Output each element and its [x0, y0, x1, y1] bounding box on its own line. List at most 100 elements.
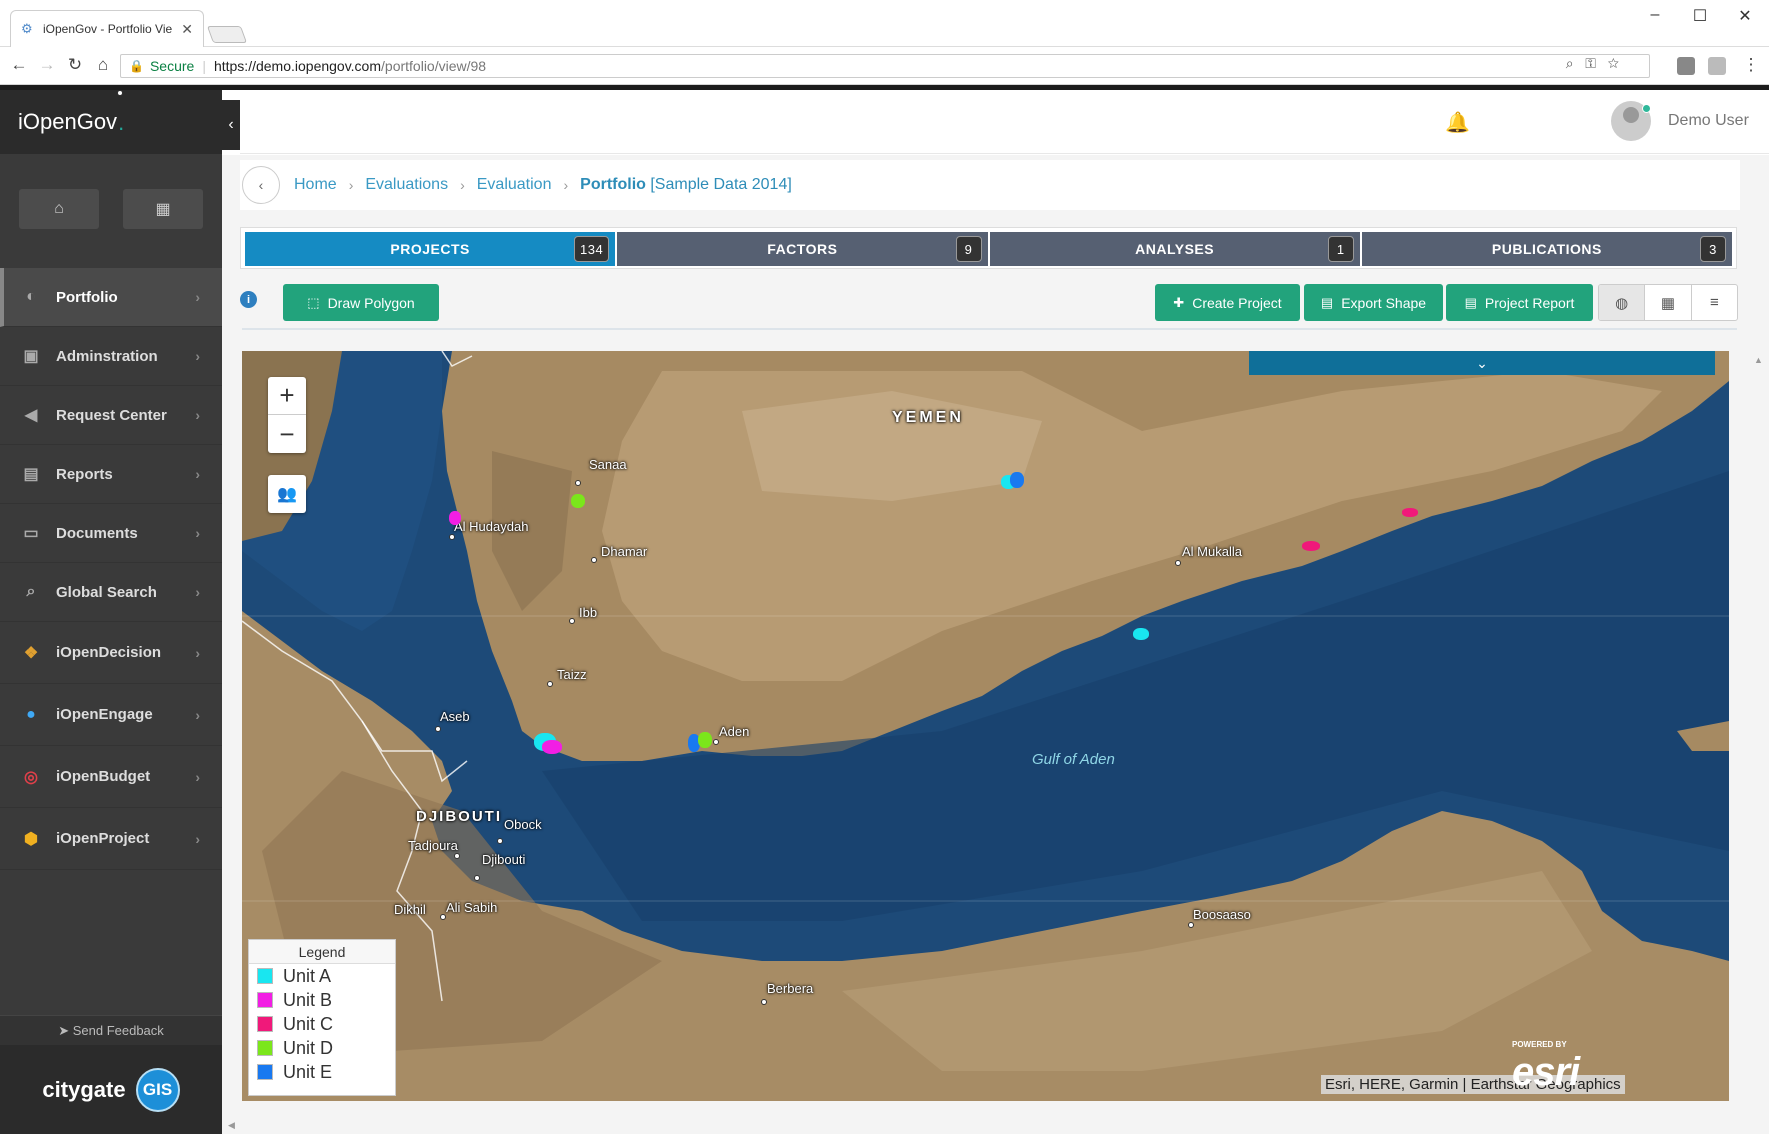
- chevron-right-icon: ›: [195, 525, 200, 541]
- export-shape-button[interactable]: ▤ Export Shape: [1304, 284, 1443, 321]
- info-icon[interactable]: i: [240, 291, 257, 308]
- decision-icon: ❖: [23, 644, 39, 662]
- legend-label: Unit D: [283, 1037, 334, 1058]
- tab-analyses[interactable]: ANALYSES 1: [989, 232, 1360, 266]
- sidebar-item-label: Request Center: [56, 406, 167, 424]
- extension-cloud-icon[interactable]: [1708, 57, 1726, 75]
- new-tab-button[interactable]: [206, 26, 248, 43]
- map-label-aden: Aden: [719, 724, 750, 739]
- map-label-dikhil: Dikhil: [394, 902, 426, 917]
- list-view-button[interactable]: ≡: [1692, 285, 1737, 320]
- project-marker-unit-c[interactable]: [1302, 541, 1320, 551]
- sidebar-item-global-search[interactable]: ⌕ Global Search ›: [0, 563, 222, 622]
- map-label-ibb: Ibb: [579, 605, 598, 620]
- sidebar-menu: ◐ Portfolio › ▣ Adminstration › ◀ Request Cen…: [0, 268, 222, 870]
- project-marker-unit-d[interactable]: [698, 732, 712, 748]
- project-marker-unit-c[interactable]: [1402, 508, 1418, 517]
- project-marker-unit-b[interactable]: [542, 740, 562, 754]
- draw-polygon-button[interactable]: ⬚ Draw Polygon: [283, 284, 439, 321]
- map-view[interactable]: ⌄ + − 👥 YEMEN Sanaa Al Hudaydah Dhamar I…: [242, 351, 1729, 1101]
- key-icon[interactable]: ⚿: [1585, 55, 1596, 71]
- reload-icon[interactable]: ↻: [64, 55, 86, 75]
- polygon-icon: ⬚: [307, 294, 320, 310]
- sidebar-item-label: iOpenEngage: [56, 706, 153, 723]
- chevron-right-icon: ›: [563, 177, 569, 193]
- legend-item: Unit A: [249, 964, 395, 988]
- sidebar-item-portfolio[interactable]: ◐ Portfolio ›: [0, 268, 222, 327]
- sidebar-item-reports[interactable]: ▤ Reports ›: [0, 445, 222, 504]
- browser-tabstrip: ⚙ iOpenGov - Portfolio Vie ✕ – ☐ ✕: [0, 0, 1769, 47]
- map-basemap: [242, 351, 1729, 1101]
- project-marker-unit-b[interactable]: [449, 511, 461, 525]
- tab-factors[interactable]: FACTORS 9: [617, 232, 988, 266]
- url-bar[interactable]: 🔒 Secure | https://demo.iopengov.com/por…: [120, 54, 1650, 78]
- project-marker-unit-d[interactable]: [571, 494, 585, 508]
- calendar-quick-button[interactable]: ▦: [123, 189, 203, 229]
- maximize-icon[interactable]: ☐: [1685, 6, 1715, 26]
- map-view-button[interactable]: ◍: [1599, 285, 1646, 320]
- sidebar-item-iopenbudget[interactable]: ◎ iOpenBudget ›: [0, 746, 222, 808]
- close-tab-icon[interactable]: ✕: [181, 21, 193, 38]
- scroll-up-arrow-icon[interactable]: ▲: [1754, 355, 1763, 365]
- home-quick-button[interactable]: ⌂: [19, 189, 99, 229]
- create-project-label: Create Project: [1192, 294, 1282, 311]
- window-close-icon[interactable]: ✕: [1730, 6, 1760, 26]
- document-icon: ▤: [23, 466, 39, 483]
- chevron-right-icon: ›: [195, 289, 200, 305]
- tab-publications[interactable]: PUBLICATIONS 3: [1361, 232, 1732, 266]
- legend-swatch: [257, 968, 273, 984]
- breadcrumb-evaluations[interactable]: Evaluations: [365, 176, 448, 194]
- sidebar-item-request-center[interactable]: ◀ Request Center ›: [0, 386, 222, 445]
- sidebar-item-iopenproject[interactable]: ⬢ iOpenProject ›: [0, 808, 222, 870]
- paper-plane-icon: ➤: [58, 1023, 70, 1038]
- chevron-right-icon: ›: [195, 348, 200, 364]
- notification-bell-icon[interactable]: 🔔: [1445, 110, 1470, 135]
- sidebar-item-adminstration[interactable]: ▣ Adminstration ›: [0, 327, 222, 386]
- budget-icon: ◎: [24, 768, 38, 786]
- brand-name: iOpenGov: [18, 109, 118, 134]
- forward-arrow-icon[interactable]: →: [36, 55, 58, 75]
- scroll-left-arrow-icon[interactable]: ◀: [228, 1120, 235, 1131]
- map-panel-toggle[interactable]: ⌄: [1249, 351, 1715, 375]
- browser-menu-icon[interactable]: ⋮: [1740, 55, 1762, 75]
- legend-swatch: [257, 1064, 273, 1080]
- map-label-aseb: Aseb: [440, 709, 470, 724]
- back-arrow-icon[interactable]: ←: [8, 55, 30, 75]
- project-marker-unit-a[interactable]: [1133, 628, 1149, 640]
- browser-tab[interactable]: ⚙ iOpenGov - Portfolio Vie ✕: [10, 10, 204, 47]
- map-label-dhamar: Dhamar: [601, 544, 648, 559]
- sidebar-collapse-button[interactable]: ‹: [222, 100, 240, 150]
- send-feedback-label: Send Feedback: [72, 1023, 164, 1038]
- sidebar-item-label: iOpenProject: [56, 830, 150, 847]
- brand-logo[interactable]: iOpenGov.: [0, 90, 222, 154]
- minimize-icon[interactable]: –: [1640, 6, 1670, 24]
- sidebar-item-iopenengage[interactable]: ● iOpenEngage ›: [0, 684, 222, 746]
- sidebar-item-documents[interactable]: ▭ Documents ›: [0, 504, 222, 563]
- send-feedback-button[interactable]: ➤ Send Feedback: [0, 1015, 222, 1045]
- tab-projects[interactable]: PROJECTS 134: [245, 232, 616, 266]
- browser-tab-title: iOpenGov - Portfolio Vie: [43, 22, 173, 36]
- username[interactable]: Demo User: [1668, 112, 1749, 130]
- project-report-button[interactable]: ▤ Project Report: [1446, 284, 1593, 321]
- grid-view-button[interactable]: ▦: [1645, 285, 1692, 320]
- bookmark-star-icon[interactable]: ☆: [1608, 55, 1619, 71]
- breadcrumb-home[interactable]: Home: [294, 176, 337, 194]
- engage-icon: ●: [26, 705, 36, 723]
- home-icon[interactable]: ⌂: [92, 55, 114, 75]
- zoom-in-button[interactable]: +: [268, 377, 306, 415]
- zoom-icon[interactable]: ⌕: [1566, 55, 1574, 71]
- map-label-boosaaso: Boosaaso: [1193, 907, 1251, 922]
- tab-label: ANALYSES: [1135, 241, 1215, 257]
- sidebar-item-iopendecision[interactable]: ❖ iOpenDecision ›: [0, 622, 222, 684]
- zoom-out-button[interactable]: −: [268, 415, 306, 453]
- extension-icon[interactable]: [1677, 57, 1695, 75]
- project-marker-unit-e[interactable]: [1010, 472, 1024, 488]
- draw-polygon-label: Draw Polygon: [327, 294, 415, 311]
- legend-label: Unit C: [283, 1013, 334, 1034]
- create-project-button[interactable]: ✚ Create Project: [1155, 284, 1300, 321]
- back-button[interactable]: ‹: [242, 166, 280, 204]
- sidebar-item-label: Global Search: [56, 583, 157, 601]
- group-users-button[interactable]: 👥: [268, 475, 306, 513]
- legend-title: Legend: [249, 940, 395, 964]
- breadcrumb-evaluation[interactable]: Evaluation: [477, 176, 552, 194]
